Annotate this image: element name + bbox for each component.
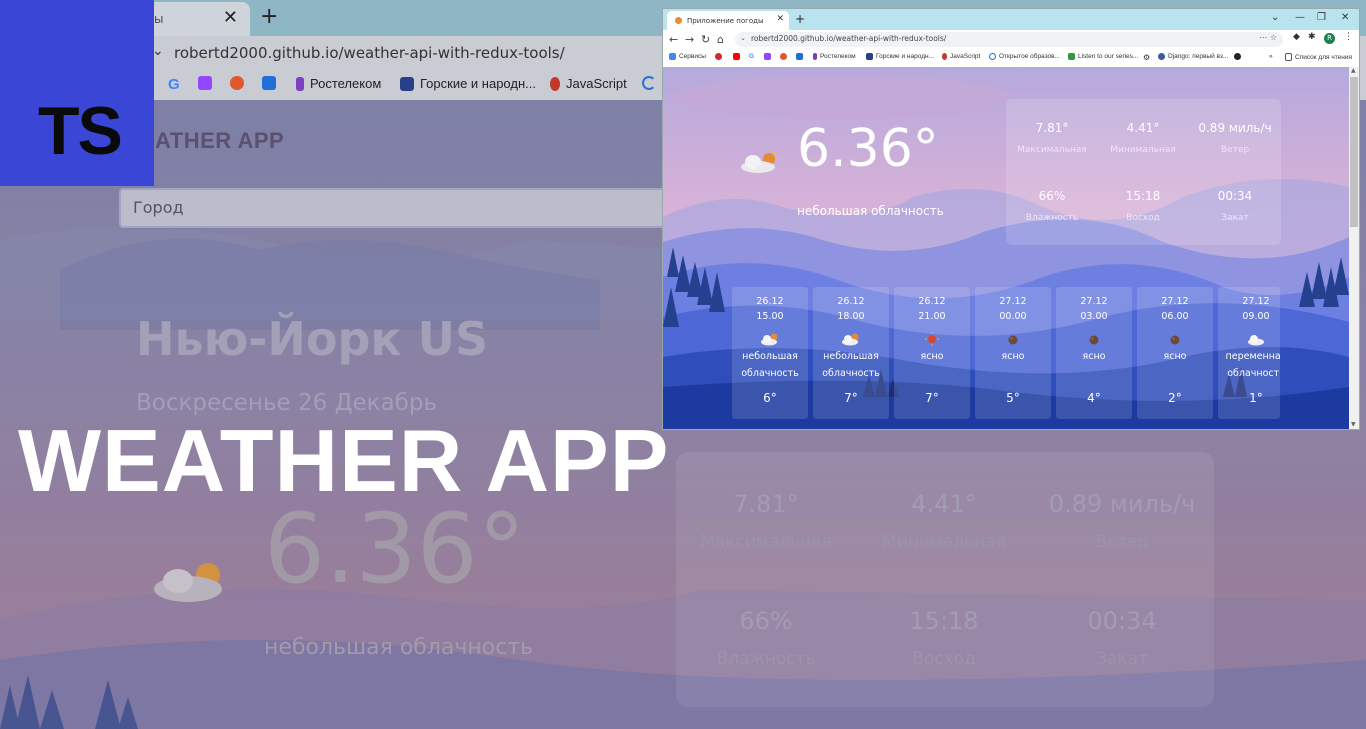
bookmark-open-education[interactable]: Открытое образов...: [989, 53, 1060, 60]
tab-title: Приложение погоды: [687, 17, 764, 25]
reading-list[interactable]: Список для чтения: [1285, 53, 1352, 61]
bg-stat-humidity: 66% Влажность: [716, 607, 816, 669]
cloud-sun-icon: [741, 150, 778, 173]
bg-bookmark-javascript[interactable]: JavaScript: [550, 76, 627, 91]
inset-browser-window: Приложение погоды ✕ + ⌄ — ❐ ✕ ← → ↻ ⌂ ⌄ …: [663, 9, 1359, 429]
bg-search-input[interactable]: Город: [119, 188, 683, 228]
tab-search-icon[interactable]: ⌄: [1271, 12, 1279, 23]
stat-wind: 0.89 миль/ч Ветер: [1198, 121, 1272, 155]
close-icon[interactable]: ✕: [223, 7, 238, 28]
cloud-sun-icon: [732, 331, 808, 347]
menu-icon[interactable]: ⋮: [1344, 32, 1353, 42]
moon-icon: [1137, 331, 1213, 347]
stat-min: 4.41° Минимальная: [1110, 121, 1176, 155]
typescript-badge-text: TS: [38, 93, 123, 169]
cloud-icon: [1218, 331, 1280, 347]
bg-stat-sunrise: 15:18 Восход: [909, 607, 979, 669]
twitch-icon[interactable]: [764, 53, 771, 60]
current-description: небольшая облачность: [797, 204, 944, 218]
stat-sunrise: 15:18 Восход: [1125, 189, 1161, 223]
bookmark-listen[interactable]: Listen to our series...: [1068, 53, 1138, 60]
bookmark-star-icon[interactable]: ⋯ ☆: [1259, 33, 1277, 42]
bg-stat-max: 7.81° Максимальная: [700, 490, 832, 552]
stats-panel: 7.81° Максимальная 4.41° Минимальная 0.89 …: [1006, 99, 1281, 245]
forecast-card: 26.12 15.00 небольшая облачность 6°: [732, 287, 808, 419]
bookmark-services[interactable]: Сервисы: [669, 53, 706, 60]
minimize-icon[interactable]: —: [1295, 12, 1305, 23]
current-temperature: 6.36°: [797, 119, 939, 179]
moon-icon: [1056, 331, 1132, 347]
bookmarks-bar: Сервисы G Ростелеком Горские и народн...…: [663, 50, 1359, 68]
more-bookmarks-icon[interactable]: »: [1269, 53, 1273, 60]
puzzle-icon[interactable]: ✱: [1308, 32, 1316, 42]
bookmark-rostelecom[interactable]: Ростелеком: [813, 53, 856, 60]
bookmark-django[interactable]: Django: первый вз...: [1158, 53, 1228, 60]
cloud-sun-icon: [813, 331, 889, 347]
bg-stat-sunset: 00:34 Закат: [1087, 607, 1157, 669]
profile-avatar[interactable]: R: [1324, 33, 1335, 44]
stat-max: 7.81° Максимальная: [1017, 121, 1087, 155]
bg-stat-min: 4.41° Минимальная: [882, 490, 1006, 552]
restore-icon[interactable]: ❐: [1317, 12, 1326, 23]
mail-icon[interactable]: [262, 76, 276, 90]
stat-humidity: 66% Влажность: [1025, 189, 1079, 223]
sun-icon: [894, 331, 970, 347]
settings-icon[interactable]: ⚙: [1143, 53, 1150, 62]
mail-icon[interactable]: [796, 53, 803, 60]
bg-city-name: Нью-Йорк US: [136, 312, 489, 366]
loading-icon: [642, 76, 656, 90]
url-text: robertd2000.github.io/weather-api-with-r…: [751, 34, 947, 43]
tab-weather-app[interactable]: Приложение погоды ✕: [667, 11, 789, 30]
bg-search-placeholder: Город: [133, 198, 184, 217]
scroll-down-icon[interactable]: ▼: [1351, 421, 1356, 428]
omnibox[interactable]: ⌄ robertd2000.github.io/weather-api-with…: [735, 32, 1283, 47]
google-icon[interactable]: G: [749, 53, 754, 60]
new-tab-icon[interactable]: +: [260, 4, 278, 29]
scrollbar[interactable]: ▲ ▼: [1349, 67, 1359, 429]
home-icon[interactable]: ⌂: [717, 33, 724, 46]
stat-sunset: 00:34 Закат: [1217, 189, 1253, 223]
forecast-card: 27.12 06.00 ясно 2°: [1137, 287, 1213, 419]
forecast-card: 27.12 03.00 ясно 4°: [1056, 287, 1132, 419]
forecast-card: 26.12 18.00 небольшая облачность 7°: [813, 287, 889, 419]
scroll-up-icon[interactable]: ▲: [1351, 67, 1356, 74]
github-icon[interactable]: [1234, 53, 1241, 60]
bg-bookmark-gorskie[interactable]: Горские и народн...: [400, 76, 536, 91]
bg-logo-text: ATHER APP: [155, 128, 285, 153]
close-window-icon[interactable]: ✕: [1341, 12, 1349, 23]
scrollbar-thumb[interactable]: [1350, 77, 1358, 227]
bookmark-icon[interactable]: [230, 76, 244, 90]
bg-bookmark-rostelecom[interactable]: Ростелеком: [296, 76, 381, 91]
forward-icon[interactable]: →: [685, 33, 694, 46]
forecast-card: 27.12 00.00 ясно 5°: [975, 287, 1051, 419]
back-icon[interactable]: ←: [669, 33, 678, 46]
google-icon[interactable]: G: [168, 76, 180, 93]
address-toolbar: ← → ↻ ⌂ ⌄ robertd2000.github.io/weather-…: [663, 30, 1359, 51]
bg-stat-wind: 0.89 миль/ч Ветер: [1048, 490, 1196, 552]
bookmark-javascript[interactable]: JavaScript: [942, 53, 980, 60]
moon-icon: [975, 331, 1051, 347]
bg-description: небольшая облачность: [264, 635, 534, 660]
close-tab-icon[interactable]: ✕: [776, 14, 784, 24]
typescript-badge: TS: [0, 0, 154, 186]
cloud-sun-icon: [154, 563, 222, 602]
extension-icon[interactable]: ◆: [1293, 32, 1300, 42]
new-tab-icon[interactable]: +: [795, 12, 805, 26]
weather-page: 6.36° небольшая облачность 7.81° Максимал…: [663, 67, 1349, 429]
youtube-icon[interactable]: [733, 53, 740, 60]
bg-stats-panel: 7.81° Максимальная 4.41° Минимальная 0.89 …: [676, 452, 1214, 707]
lock-icon[interactable]: ⌄: [740, 34, 746, 42]
bg-url[interactable]: robertd2000.github.io/weather-api-with-r…: [174, 44, 565, 62]
reload-icon[interactable]: ↻: [701, 33, 710, 46]
forecast-card: 27.1209.00 переменнаяоблачность 1°: [1218, 287, 1280, 419]
bookmark-icon[interactable]: [780, 53, 787, 60]
forecast-card: 26.12 21.00 ясно 7°: [894, 287, 970, 419]
twitch-icon[interactable]: [198, 76, 212, 90]
opera-icon[interactable]: [715, 53, 722, 60]
bookmark-gorskie[interactable]: Горские и народн...: [866, 53, 934, 60]
tab-strip: Приложение погоды ✕ + ⌄ — ❐ ✕: [663, 9, 1359, 30]
favicon-icon: [675, 17, 682, 24]
headline-title: WEATHER APP: [18, 411, 670, 510]
bg-tab-title: ы: [154, 12, 164, 26]
